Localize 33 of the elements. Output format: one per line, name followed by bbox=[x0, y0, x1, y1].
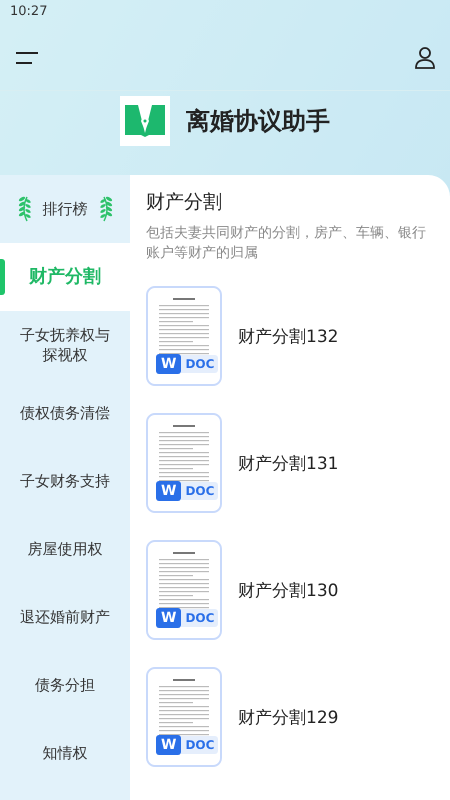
laurel-icon bbox=[98, 195, 114, 223]
document-thumbnail[interactable]: W DOC bbox=[146, 540, 222, 640]
category-item[interactable]: 房屋使用权 bbox=[0, 515, 130, 583]
word-badge: W bbox=[156, 735, 182, 756]
category-item[interactable]: 退还婚前财产 bbox=[0, 583, 130, 651]
document-title[interactable]: 财产分割129 bbox=[238, 706, 338, 729]
laurel-icon bbox=[16, 195, 32, 223]
document-title[interactable]: 财产分割131 bbox=[238, 452, 338, 475]
document-title[interactable]: 财产分割132 bbox=[238, 324, 338, 348]
word-badge: W bbox=[156, 481, 182, 502]
category-item[interactable]: 知情权 bbox=[0, 719, 130, 787]
category-item[interactable]: 债权债务清偿 bbox=[0, 379, 130, 447]
file-type-label: DOC bbox=[181, 355, 218, 374]
menu-icon[interactable] bbox=[14, 50, 40, 66]
app-logo bbox=[120, 96, 170, 146]
category-item[interactable]: 子女抚养权与探视权 bbox=[0, 311, 130, 379]
app-title: 离婚协议助手 bbox=[186, 106, 330, 137]
document-thumbnail[interactable]: W DOC bbox=[146, 286, 222, 386]
status-time: 10:27 bbox=[9, 3, 48, 21]
word-badge: W bbox=[156, 608, 182, 628]
document-thumbnail[interactable]: W DOC bbox=[146, 667, 222, 768]
category-item[interactable]: 债务分担 bbox=[0, 651, 130, 719]
document-title[interactable]: 财产分割130 bbox=[238, 578, 338, 602]
section-title: 财产分割 bbox=[146, 190, 223, 215]
user-icon[interactable] bbox=[414, 46, 436, 70]
ranking-link[interactable]: 排行榜 bbox=[42, 200, 88, 218]
word-badge: W bbox=[156, 354, 182, 374]
section-description: 包括夫妻共同财产的分割，房产、车辆、银行账户等财产的归属 bbox=[146, 224, 427, 264]
category-item[interactable]: 子女财务支持 bbox=[0, 447, 130, 515]
file-type-label: DOC bbox=[181, 609, 218, 628]
file-type-label: DOC bbox=[181, 482, 218, 500]
document-thumbnail[interactable]: W DOC bbox=[146, 413, 222, 514]
file-type-label: DOC bbox=[181, 736, 218, 754]
